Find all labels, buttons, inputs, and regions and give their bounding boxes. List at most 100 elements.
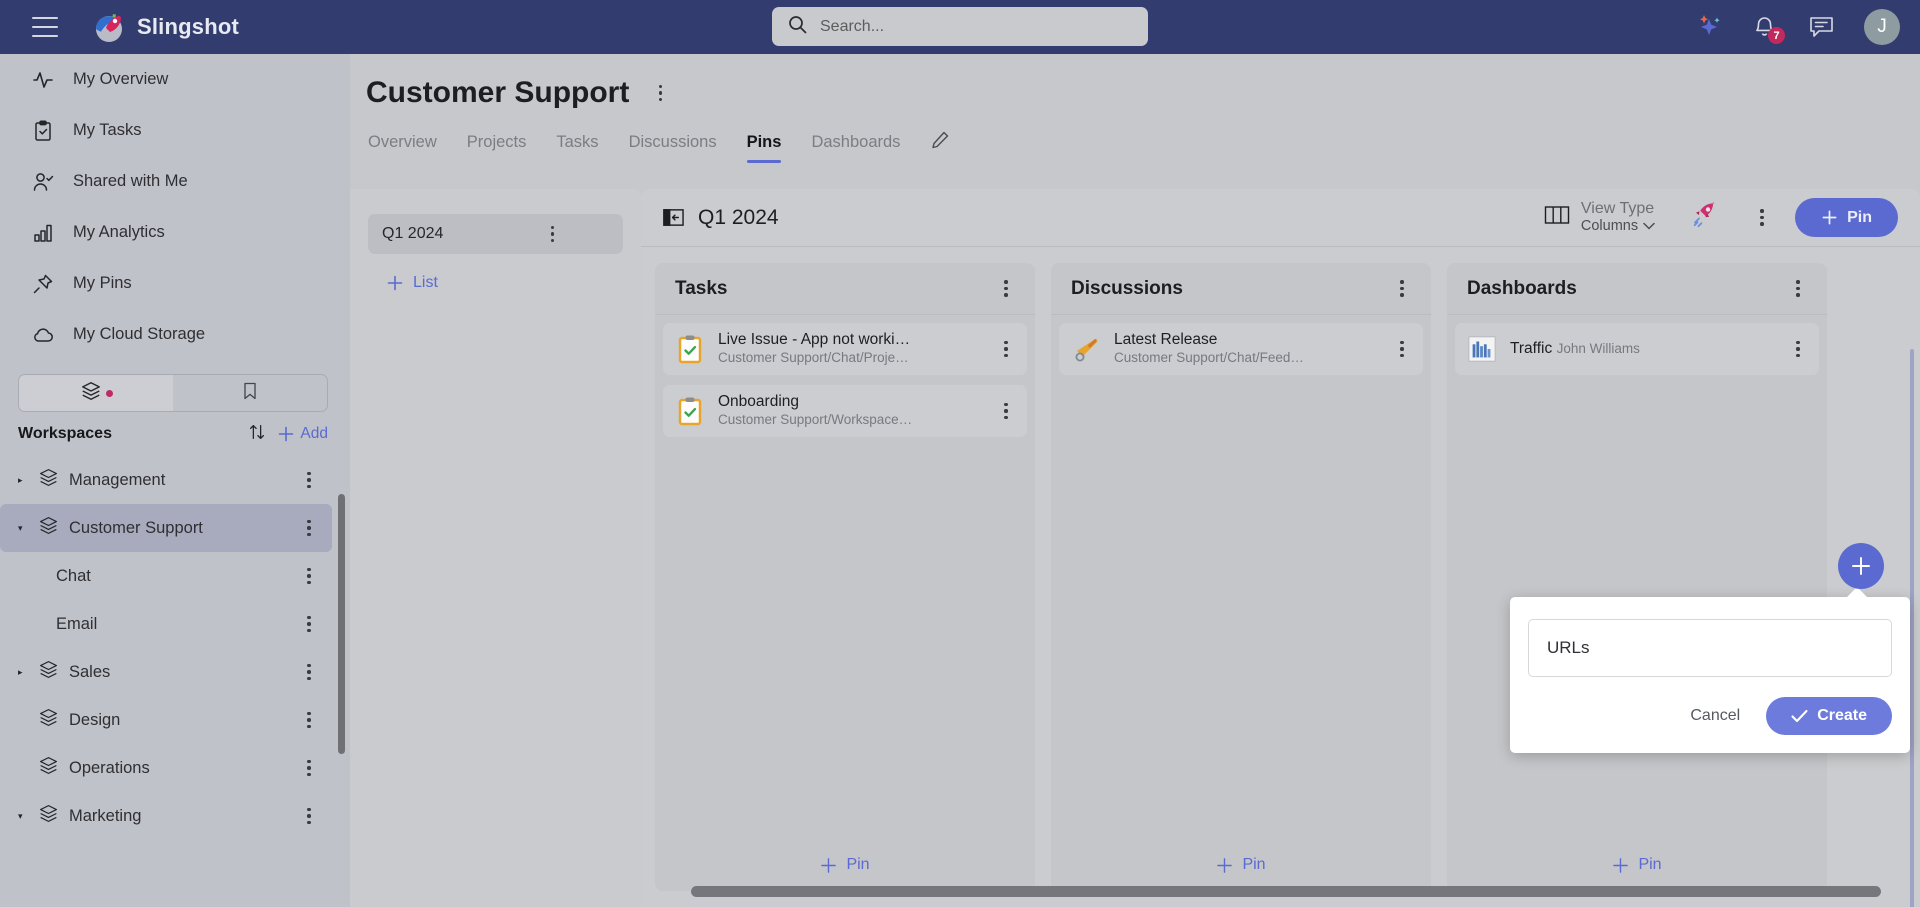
megaphone-icon: [1071, 334, 1101, 364]
search-icon: [788, 15, 807, 39]
workspace-label: Design: [69, 711, 290, 730]
workspace-menu-icon[interactable]: [300, 520, 318, 537]
workspace-label: Customer Support: [69, 519, 290, 538]
tab-pins[interactable]: Pins: [747, 133, 782, 163]
workspace-menu-icon[interactable]: [300, 760, 318, 777]
create-button[interactable]: Create: [1766, 697, 1892, 735]
page-title: Customer Support: [366, 76, 629, 110]
tab-tasks[interactable]: Tasks: [556, 133, 598, 163]
pin-card[interactable]: Live Issue - App not worki… Customer Sup…: [663, 323, 1027, 375]
tab-discussions[interactable]: Discussions: [629, 133, 717, 163]
workspace-menu-icon[interactable]: [300, 472, 318, 489]
pin-card-menu-icon[interactable]: [1789, 341, 1807, 358]
column-title: Dashboards: [1467, 278, 1789, 300]
column-title: Discussions: [1071, 278, 1393, 300]
pin-icon: [32, 273, 54, 295]
column-body: Live Issue - App not worki… Customer Sup…: [655, 315, 1035, 839]
workspace-item-operations[interactable]: Operations: [0, 744, 332, 792]
workspace-menu-icon[interactable]: [300, 664, 318, 681]
workspace-menu-icon[interactable]: [300, 808, 318, 825]
layers-icon: [38, 659, 59, 685]
chat-bubble-icon[interactable]: [1808, 14, 1834, 40]
pin-card-subtitle: Customer Support/Chat/Feed…: [1114, 350, 1304, 365]
search-box[interactable]: [772, 7, 1148, 46]
column-add-pin-button[interactable]: Pin: [1447, 839, 1827, 891]
sidebar-item-my-analytics[interactable]: My Analytics: [0, 207, 350, 258]
pin-card[interactable]: Onboarding Customer Support/Workspace…: [663, 385, 1027, 437]
sort-arrows-icon[interactable]: [247, 422, 267, 447]
sidebar-item-my-pins[interactable]: My Pins: [0, 258, 350, 309]
workspace-label: Management: [69, 471, 290, 490]
column-add-pin-button[interactable]: Pin: [655, 839, 1035, 891]
pin-card[interactable]: Traffic John Williams: [1455, 323, 1819, 375]
list-item-q1-2024[interactable]: Q1 2024: [368, 214, 623, 254]
add-workspace-button[interactable]: Add: [277, 425, 328, 443]
workspace-menu-icon[interactable]: [300, 712, 318, 729]
tab-projects[interactable]: Projects: [467, 133, 527, 163]
workspace-item-management[interactable]: ▸ Management: [0, 456, 332, 504]
workspace-menu-icon[interactable]: [300, 568, 318, 585]
workspace-item-email[interactable]: Email: [0, 600, 332, 648]
column-title: Tasks: [675, 278, 997, 300]
add-pin-button[interactable]: Pin: [1795, 198, 1898, 237]
list-menu-icon[interactable]: [496, 226, 610, 243]
workspace-label: Chat: [18, 567, 290, 586]
column-menu-icon[interactable]: [1789, 280, 1807, 297]
pin-card-menu-icon[interactable]: [997, 403, 1015, 420]
collapse-panel-icon[interactable]: [663, 207, 684, 228]
tab-overview[interactable]: Overview: [368, 133, 437, 163]
popup-actions: Cancel Create: [1528, 697, 1892, 735]
chevron-down-icon[interactable]: [1643, 218, 1655, 235]
workspace-item-design[interactable]: Design: [0, 696, 332, 744]
ai-sparkle-icon[interactable]: [1696, 14, 1722, 40]
cancel-button[interactable]: Cancel: [1680, 699, 1750, 733]
pin-card[interactable]: Latest Release Customer Support/Chat/Fee…: [1059, 323, 1423, 375]
workspace-item-marketing[interactable]: ▾ Marketing: [0, 792, 332, 840]
board-menu-icon[interactable]: [1753, 209, 1771, 226]
page-menu-icon[interactable]: [651, 85, 669, 102]
avatar[interactable]: J: [1864, 9, 1900, 45]
sidebar-item-label: My Overview: [73, 70, 168, 89]
chevron-down-icon[interactable]: ▾: [18, 523, 28, 534]
board-vertical-scrollbar[interactable]: [1910, 349, 1914, 907]
column-add-pin-label: Pin: [1242, 856, 1265, 874]
sidebar-scrollbar[interactable]: [338, 494, 345, 754]
notification-badge: 7: [1768, 27, 1785, 44]
pin-name-input[interactable]: [1528, 619, 1892, 677]
hamburger-icon[interactable]: [32, 17, 58, 37]
notifications-bell-icon[interactable]: 7: [1752, 14, 1778, 40]
sidebar-item-my-cloud-storage[interactable]: My Cloud Storage: [0, 309, 350, 360]
pin-card-menu-icon[interactable]: [1393, 341, 1411, 358]
pin-card-menu-icon[interactable]: [997, 341, 1015, 358]
column-add-pin-button[interactable]: Pin: [1051, 839, 1431, 891]
search-input[interactable]: [820, 18, 1120, 36]
workspace-list: ▸ Management ▾ Customer Support Chat Ema…: [0, 456, 350, 840]
add-list-button[interactable]: List: [386, 274, 641, 292]
workspace-item-sales[interactable]: ▸ Sales: [0, 648, 332, 696]
sidebar-item-shared-with-me[interactable]: Shared with Me: [0, 156, 350, 207]
add-floating-button[interactable]: [1838, 543, 1884, 589]
column-menu-icon[interactable]: [1393, 280, 1411, 297]
tab-dashboards[interactable]: Dashboards: [811, 133, 900, 163]
column-tasks: Tasks Live Issue - App not worki…: [655, 263, 1035, 891]
workspace-item-customer-support[interactable]: ▾ Customer Support: [0, 504, 332, 552]
sidebar-item-my-tasks[interactable]: My Tasks: [0, 105, 350, 156]
workspaces-header: Workspaces Add: [0, 412, 350, 456]
brand-name: Slingshot: [137, 14, 239, 40]
pencil-icon[interactable]: [930, 130, 950, 166]
sidebar-item-my-overview[interactable]: My Overview: [0, 54, 350, 105]
chevron-right-icon[interactable]: ▸: [18, 475, 28, 486]
chevron-down-icon[interactable]: ▾: [18, 811, 28, 822]
board-horizontal-scrollbar[interactable]: [691, 886, 1881, 897]
toggle-workspaces-tab[interactable]: [19, 375, 173, 411]
pin-card-title: Latest Release: [1114, 331, 1217, 348]
column-menu-icon[interactable]: [997, 280, 1015, 297]
rocket-icon[interactable]: [1689, 201, 1719, 234]
brand[interactable]: Slingshot: [92, 10, 239, 44]
view-type-selector[interactable]: View Type Columns: [1544, 199, 1655, 236]
workspace-item-chat[interactable]: Chat: [0, 552, 332, 600]
workspace-menu-icon[interactable]: [300, 616, 318, 633]
chevron-right-icon[interactable]: ▸: [18, 667, 28, 678]
workspace-label: Sales: [69, 663, 290, 682]
toggle-bookmarks-tab[interactable]: [173, 375, 327, 411]
